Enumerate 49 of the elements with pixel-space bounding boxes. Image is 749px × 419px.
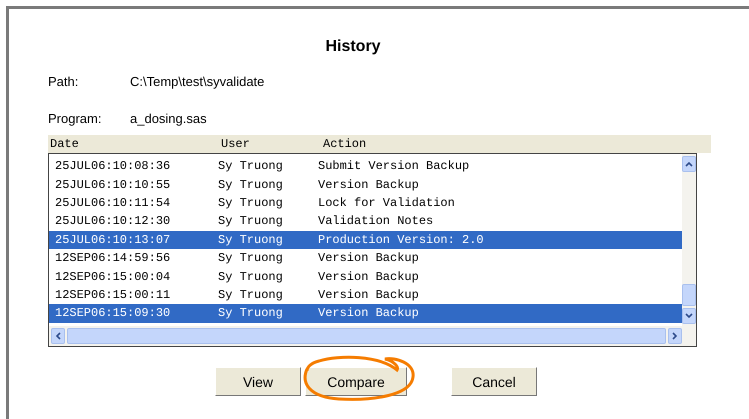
vertical-scrollbar[interactable] xyxy=(682,154,696,326)
column-header: Date xyxy=(49,137,80,151)
table-cell-text: 12SEP06:14:59:56 xyxy=(54,251,172,266)
scroll-thumb[interactable] xyxy=(67,328,666,344)
table-cell-text: Submit Version Backup xyxy=(318,159,470,174)
table-cell-text: Sy Truong xyxy=(218,196,284,210)
table-cell-text: 25JUL06:10:13:07 xyxy=(54,232,172,247)
table-cell-text: Validation Notes xyxy=(318,214,434,228)
table-cell-text: 12SEP06:15:00:04 xyxy=(54,270,172,284)
field-value: C:\Temp\test\syvalidate xyxy=(130,74,264,88)
table-cell-text: Sy Truong xyxy=(218,232,284,247)
table-cell-text: Version Backup xyxy=(318,288,420,302)
table-cell-text: 25JUL06:10:08:36 xyxy=(54,159,172,174)
table-cell-text: Sy Truong xyxy=(218,306,284,320)
table-cell-text: Sy Truong xyxy=(218,214,284,228)
dialog-button[interactable]: View xyxy=(215,367,301,396)
scroll-right-icon[interactable] xyxy=(668,328,682,344)
table-cell-text: Sy Truong xyxy=(218,251,284,266)
table-cell-text: Sy Truong xyxy=(218,288,284,302)
table-cell-text: Version Backup xyxy=(318,306,420,320)
table-cell-text: Production Version: 2.0 xyxy=(318,232,485,247)
table-cell-text: 25JUL06:10:11:54 xyxy=(54,196,172,210)
dialog-button[interactable]: Cancel xyxy=(451,367,537,396)
history-row[interactable]: 12SEP06:15:09:30 Sy Truong Version Backup xyxy=(49,304,682,323)
dialog-button[interactable]: Compare xyxy=(305,367,407,396)
table-cell-text: Version Backup xyxy=(318,270,420,284)
history-row[interactable]: 25JUL06:10:13:07 Sy Truong Production Version: 2.0 xyxy=(49,230,682,249)
scroll-left-icon[interactable] xyxy=(51,328,65,344)
table-cell-text: Lock for Validation xyxy=(318,196,456,210)
column-header: Action xyxy=(322,137,368,151)
field-label: Program: xyxy=(48,110,102,126)
field-value: a_dosing.sas xyxy=(130,110,207,126)
column-header: User xyxy=(220,137,251,151)
table-cell-text: 25JUL06:10:10:55 xyxy=(54,178,172,192)
table-cell-text: 25JUL06:10:12:30 xyxy=(54,214,172,228)
table-cell-text: 12SEP06:15:09:30 xyxy=(54,306,172,320)
field-label: Path: xyxy=(48,74,80,88)
scroll-thumb[interactable] xyxy=(682,284,696,306)
table-cell-text: Sy Truong xyxy=(218,270,284,284)
table-cell-text: Version Backup xyxy=(318,251,420,266)
scroll-down-icon[interactable] xyxy=(682,308,696,324)
table-cell-text: Version Backup xyxy=(318,178,420,192)
table-cell-text: Sy Truong xyxy=(218,159,284,174)
table-cell-text: Sy Truong xyxy=(218,178,284,192)
horizontal-scrollbar[interactable] xyxy=(49,326,696,346)
history-list[interactable] xyxy=(48,153,697,347)
scroll-up-icon[interactable] xyxy=(682,156,696,172)
dialog-title: History xyxy=(324,38,382,57)
table-cell-text: 12SEP06:15:00:11 xyxy=(54,288,172,302)
